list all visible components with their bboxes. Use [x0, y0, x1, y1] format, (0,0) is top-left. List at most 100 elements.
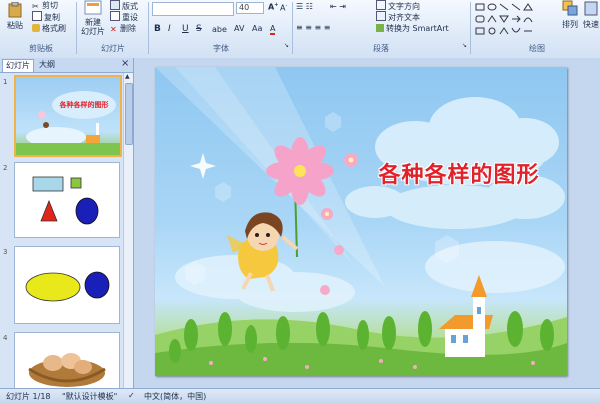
char-spacing-button[interactable]: AV — [234, 24, 244, 33]
indent-buttons[interactable]: ⇤ ⇥ — [330, 2, 346, 11]
theme-name: "默认设计模板" — [62, 392, 118, 401]
copy-icon — [32, 11, 42, 21]
cut-label: 剪切 — [42, 1, 58, 10]
paragraph-group-label: 段落 — [373, 44, 389, 53]
grow-font-button[interactable]: A+ — [268, 2, 278, 12]
thumb-rectangle — [32, 176, 64, 192]
underline-button[interactable]: U — [182, 24, 189, 34]
separator — [76, 2, 77, 54]
quick-styles-icon — [584, 1, 598, 16]
pane-scrollbar[interactable]: ▲ — [123, 73, 133, 388]
slide-thumbnail-2[interactable] — [14, 162, 120, 238]
font-size-value: 40 — [239, 3, 250, 12]
tab-slides[interactable]: 幻灯片 — [2, 59, 34, 72]
separator — [292, 2, 293, 54]
thumb-square — [70, 177, 82, 189]
font-name-combo[interactable] — [152, 2, 234, 16]
format-painter-button[interactable]: 格式刷 — [32, 23, 66, 34]
shrink-font-button[interactable]: A- — [280, 3, 287, 13]
slide-number: 2 — [3, 164, 8, 172]
change-case-button[interactable]: Aa — [252, 24, 262, 33]
shapes-gallery-icons — [475, 3, 533, 35]
format-painter-label: 格式刷 — [42, 24, 66, 33]
scissors-icon: ✂ — [32, 2, 39, 11]
font-size-combo[interactable]: 40 — [236, 2, 264, 14]
new-slide-button[interactable]: 新建 幻灯片 — [80, 0, 106, 36]
quick-styles-label: 快速 — [583, 20, 599, 29]
reset-label: 重设 — [122, 13, 138, 22]
clipboard-group-label: 剪贴板 — [29, 44, 53, 53]
separator — [470, 2, 471, 54]
new-slide-label: 新建 幻灯片 — [81, 18, 105, 36]
slide-editor-area: 各种各样的图形 — [134, 58, 600, 388]
cut-button[interactable]: ✂ 剪切 — [32, 0, 58, 11]
thumb-circle — [75, 197, 99, 225]
slide-thumbnail-3[interactable] — [14, 246, 120, 324]
slides-group-label: 幻灯片 — [101, 44, 125, 53]
slide-number: 4 — [3, 334, 8, 342]
layout-icon — [110, 0, 120, 10]
text-direction-label: 文字方向 — [388, 2, 420, 11]
slide3-thumb-shapes — [25, 271, 110, 302]
slide-canvas[interactable]: 各种各样的图形 — [155, 67, 567, 376]
paragraph-dialog-launcher[interactable]: ↘ — [462, 42, 467, 49]
thumb-ellipse — [25, 272, 81, 302]
pane-tabs: 幻灯片 大纲 × — [0, 58, 133, 73]
align-text-icon — [376, 11, 386, 21]
font-group-label: 字体 — [213, 44, 229, 53]
svg-text:各种各样的图形: 各种各样的图形 — [59, 100, 109, 109]
align-buttons[interactable]: ≡ ≡ ≡ ≡ — [296, 23, 330, 32]
ribbon: 粘贴 ✂ 剪切 复制 格式刷 剪贴板 新建 幻灯片 版式 重设 ✕ 删除 幻灯片 4… — [0, 0, 600, 59]
new-slide-icon — [84, 0, 102, 15]
slides-pane: 幻灯片 大纲 × 1 各种各样的图形 2 3 4 ▲ — [0, 58, 134, 389]
language-indicator[interactable]: 中文(简体，中国) — [144, 391, 206, 402]
align-text-button[interactable]: 对齐文本 — [376, 11, 420, 23]
slide-thumbnail-4[interactable] — [14, 332, 120, 389]
shapes-gallery[interactable] — [474, 2, 556, 38]
scroll-thumb[interactable] — [125, 83, 133, 145]
bullets-button[interactable]: ☰ ☷ — [296, 2, 313, 11]
close-pane-button[interactable]: × — [121, 58, 129, 69]
bold-button[interactable]: B — [154, 24, 161, 34]
smartart-icon — [376, 24, 384, 32]
separator — [148, 2, 149, 54]
slide4-thumb-nest — [28, 353, 106, 387]
copy-button[interactable]: 复制 — [32, 11, 60, 23]
slide-counter: 幻灯片 1/18 — [6, 392, 51, 401]
quick-styles-button[interactable]: 快速 — [582, 0, 600, 29]
spellcheck-icon[interactable]: ✓ — [128, 391, 135, 400]
drawing-group-label: 绘图 — [529, 44, 545, 53]
strikethrough-button[interactable]: S — [196, 24, 202, 34]
arrange-icon — [562, 0, 578, 16]
slide-background-art — [155, 67, 567, 376]
paste-button[interactable]: 粘贴 — [4, 1, 26, 30]
slide-number: 1 — [3, 78, 8, 86]
slide-thumbnail-1[interactable]: 各种各样的图形 — [14, 75, 122, 157]
smartart-button[interactable]: 转换为 SmartArt — [376, 23, 449, 34]
font-color-button[interactable]: A — [270, 24, 276, 35]
layout-label: 版式 — [122, 2, 138, 11]
arrange-button[interactable]: 排列 — [560, 0, 580, 29]
italic-button[interactable]: I — [168, 24, 171, 34]
slide-number: 3 — [3, 248, 8, 256]
slide2-thumb-shapes — [32, 176, 99, 225]
reset-button[interactable]: 重设 — [110, 11, 138, 23]
reset-icon — [110, 11, 120, 21]
font-dialog-launcher[interactable]: ↘ — [284, 42, 289, 49]
smartart-label: 转换为 SmartArt — [386, 24, 449, 33]
scroll-up-arrow[interactable]: ▲ — [125, 73, 130, 80]
tab-outline[interactable]: 大纲 — [36, 59, 58, 71]
thumb-circle — [84, 271, 110, 299]
copy-label: 复制 — [44, 13, 60, 22]
delete-button[interactable]: ✕ 删除 — [110, 23, 136, 34]
brush-icon — [32, 24, 40, 32]
delete-icon: ✕ — [110, 25, 117, 34]
slide1-thumb-art: 各种各样的图形 — [16, 91, 120, 155]
text-shadow-button[interactable]: abe — [212, 25, 227, 34]
slide-title[interactable]: 各种各样的图形 — [369, 157, 549, 189]
paste-icon — [8, 1, 22, 18]
arrange-label: 排列 — [562, 20, 578, 29]
paste-label: 粘贴 — [7, 21, 23, 30]
align-text-label: 对齐文本 — [388, 13, 420, 22]
delete-label: 删除 — [120, 24, 136, 33]
